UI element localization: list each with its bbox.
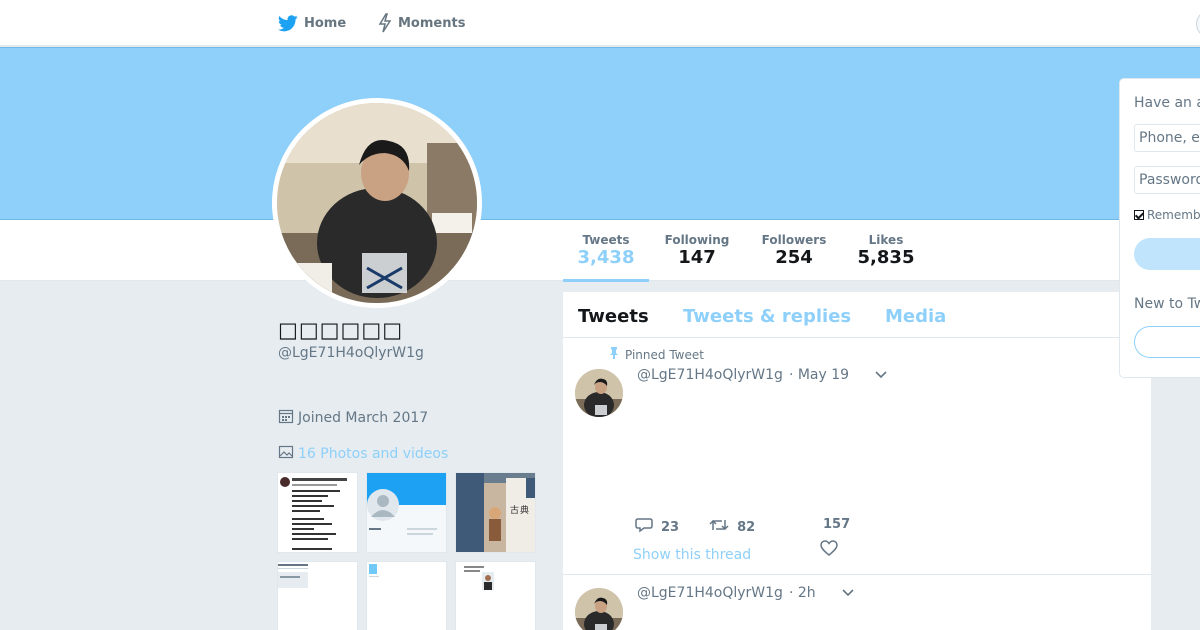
tweet-header: @LgE71H4oQlyrW1g · 2h bbox=[637, 585, 854, 601]
tab-tweets[interactable]: Tweets bbox=[578, 306, 649, 327]
tweet-handle[interactable]: @LgE71H4oQlyrW1g bbox=[637, 585, 783, 601]
photo-thumbnail-grid: 古典 bbox=[277, 472, 537, 630]
retweet-icon bbox=[709, 518, 729, 536]
joined-date: Joined March 2017 bbox=[278, 408, 428, 428]
tab-media[interactable]: Media bbox=[885, 306, 946, 327]
heart-icon[interactable] bbox=[820, 540, 838, 560]
profile-name: □□□□□□ bbox=[278, 318, 404, 342]
login-title: Have an a bbox=[1134, 95, 1200, 111]
tweet-avatar[interactable] bbox=[575, 369, 623, 417]
profile-photo bbox=[277, 103, 477, 303]
stat-followers[interactable]: Followers 254 bbox=[752, 233, 836, 269]
profile-avatar[interactable] bbox=[272, 98, 482, 308]
stat-following[interactable]: Following 147 bbox=[655, 233, 739, 269]
profile-handle: @LgE71H4oQlyrW1g bbox=[278, 345, 424, 361]
timeline-tabs: Tweets Tweets & replies Media bbox=[563, 292, 1151, 338]
svg-text:古: 古 bbox=[510, 504, 519, 516]
twitter-bird-icon bbox=[278, 14, 298, 32]
pinned-label: Pinned Tweet bbox=[625, 347, 704, 362]
calendar-icon bbox=[278, 408, 294, 428]
tweet-actions: 23 82 157 bbox=[635, 517, 850, 537]
photo-thumbnail[interactable] bbox=[277, 561, 358, 630]
stat-tweets[interactable]: Tweets 3,438 bbox=[563, 233, 649, 269]
pinned-tweet-indicator: Pinned Tweet bbox=[609, 347, 704, 362]
tweet-time[interactable]: · May 19 bbox=[789, 367, 849, 383]
password-field[interactable]: Password bbox=[1134, 166, 1200, 194]
photo-thumbnail[interactable] bbox=[455, 561, 536, 630]
chevron-down-icon[interactable] bbox=[842, 585, 854, 601]
stat-following-value: 147 bbox=[678, 247, 716, 268]
tweet[interactable]: @LgE71H4oQlyrW1g · 2h bbox=[563, 576, 1151, 630]
stat-likes-label: Likes bbox=[868, 233, 904, 247]
stat-likes[interactable]: Likes 5,835 bbox=[850, 233, 922, 269]
signup-button[interactable] bbox=[1134, 326, 1200, 358]
stat-tweets-label: Tweets bbox=[582, 233, 630, 247]
nav-home-link[interactable]: Home bbox=[278, 0, 346, 46]
login-button[interactable] bbox=[1134, 238, 1200, 270]
remember-me[interactable]: Rememb bbox=[1134, 208, 1200, 222]
photo-thumbnail[interactable] bbox=[366, 561, 447, 630]
stat-followers-value: 254 bbox=[775, 247, 813, 268]
new-to-twitter-label: New to Tw bbox=[1134, 296, 1200, 312]
tweet[interactable]: Pinned Tweet @LgE71H4oQlyrW1g · May 19 2… bbox=[563, 339, 1151, 575]
active-stat-underline bbox=[563, 279, 649, 282]
image-icon bbox=[278, 444, 294, 464]
tab-tweets-and-replies[interactable]: Tweets & replies bbox=[683, 306, 851, 327]
stat-tweets-value: 3,438 bbox=[577, 247, 635, 268]
photos-videos-link[interactable]: 16 Photos and videos bbox=[278, 444, 448, 464]
tweet-header: @LgE71H4oQlyrW1g · May 19 bbox=[637, 367, 887, 383]
stat-followers-label: Followers bbox=[761, 233, 827, 247]
login-box: Have an a Phone, e Password Rememb New t… bbox=[1119, 78, 1200, 378]
nav-home-label: Home bbox=[304, 15, 347, 31]
tweet-time[interactable]: · 2h bbox=[789, 585, 816, 601]
remember-me-checkbox[interactable] bbox=[1134, 210, 1144, 220]
profile-banner bbox=[0, 47, 1200, 220]
retweet-count: 82 bbox=[737, 519, 756, 535]
nav-moments-label: Moments bbox=[398, 15, 466, 31]
tweets-timeline: Tweets Tweets & replies Media Pinned Twe… bbox=[563, 292, 1151, 630]
tweet-avatar[interactable] bbox=[575, 588, 623, 630]
reply-button[interactable]: 23 bbox=[635, 517, 679, 537]
stat-following-label: Following bbox=[664, 233, 730, 247]
top-navigation-bar: Home Moments bbox=[0, 0, 1200, 46]
pin-icon bbox=[609, 347, 619, 362]
chevron-down-icon[interactable] bbox=[875, 367, 887, 383]
tweet-handle[interactable]: @LgE71H4oQlyrW1g bbox=[637, 367, 783, 383]
reply-icon bbox=[635, 517, 653, 537]
remember-me-label: Rememb bbox=[1147, 208, 1200, 222]
profile-stats-bar: Tweets 3,438 Following 147 Followers 254… bbox=[0, 220, 1200, 282]
like-count: 157 bbox=[823, 517, 851, 532]
reply-count: 23 bbox=[661, 519, 680, 535]
photos-videos-label: 16 Photos and videos bbox=[298, 446, 449, 462]
retweet-button[interactable]: 82 bbox=[709, 518, 755, 536]
account-avatar-edge[interactable] bbox=[1196, 10, 1200, 38]
svg-text:典: 典 bbox=[520, 504, 529, 516]
show-thread-link[interactable]: Show this thread bbox=[633, 547, 751, 563]
photo-thumbnail[interactable] bbox=[277, 472, 358, 553]
stat-likes-value: 5,835 bbox=[857, 247, 915, 268]
photo-thumbnail[interactable]: 古典 bbox=[455, 472, 536, 553]
photo-thumbnail[interactable] bbox=[366, 472, 447, 553]
joined-label: Joined March 2017 bbox=[298, 410, 429, 426]
phone-email-field[interactable]: Phone, e bbox=[1134, 124, 1200, 152]
lightning-icon bbox=[378, 13, 392, 33]
nav-moments-link[interactable]: Moments bbox=[378, 0, 465, 46]
